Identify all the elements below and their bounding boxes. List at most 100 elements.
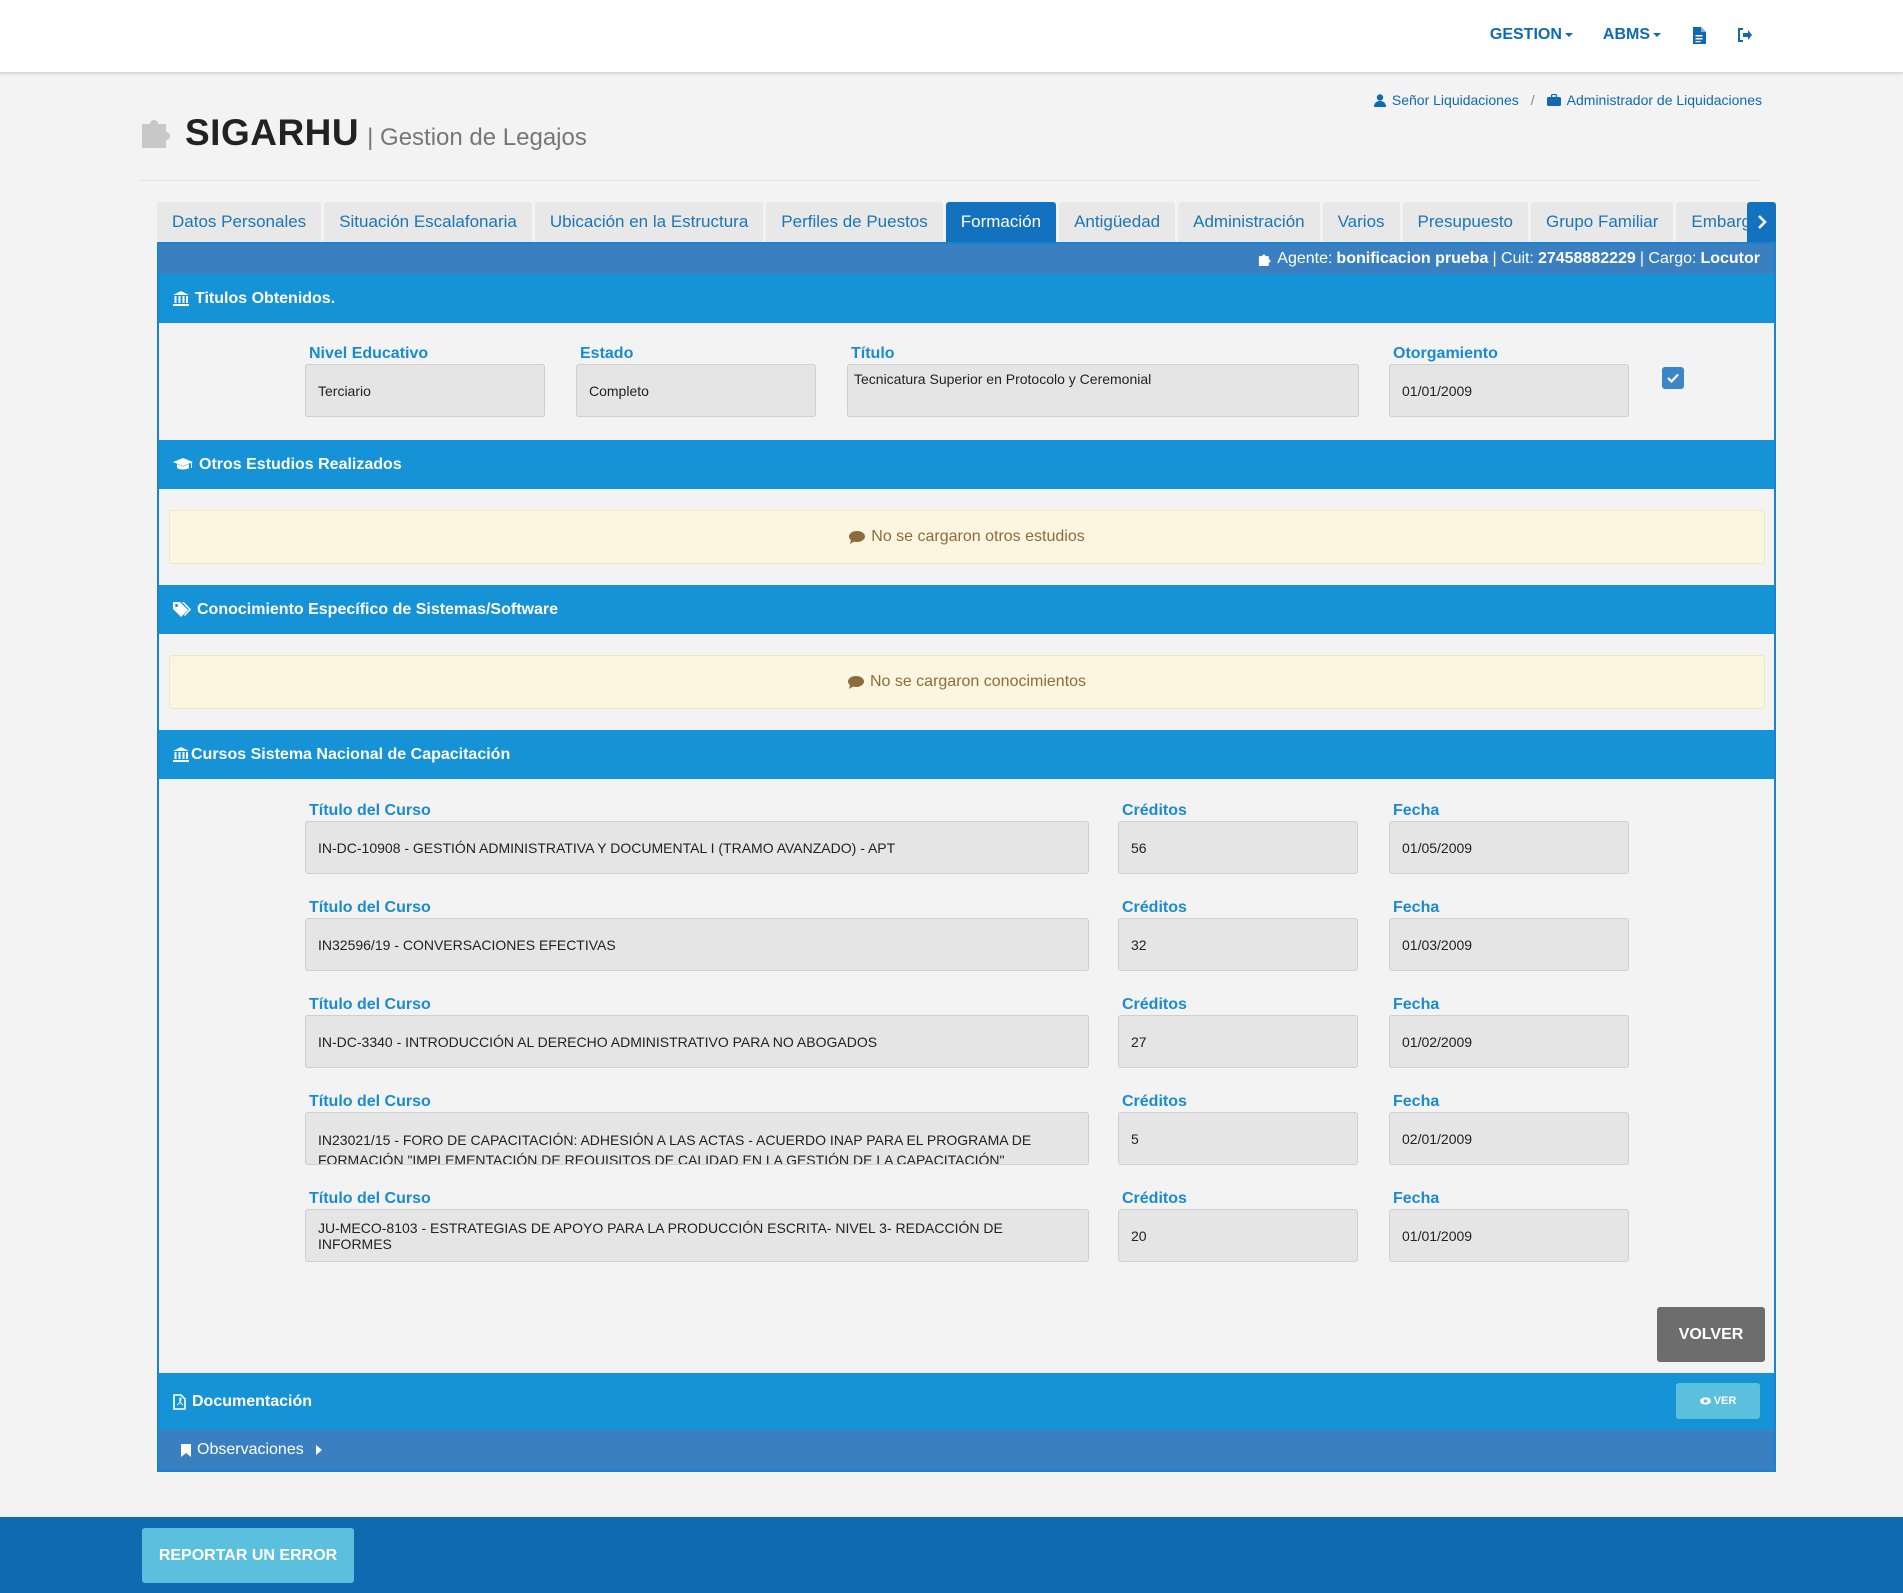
formacion-panel: Agente: bonificacion prueba | Cuit: 27458…	[157, 242, 1776, 1472]
top-navbar: GESTION ABMS	[0, 0, 1903, 73]
tab-grupo-familiar[interactable]: Grupo Familiar	[1531, 202, 1674, 242]
tab-bar: Datos Personales Situación Escalafonaria…	[157, 202, 1776, 242]
titulos-section-header: Titulos Obtenidos.	[159, 274, 1774, 323]
abms-menu-label: ABMS	[1602, 26, 1650, 43]
curso-titulo-field[interactable]: IN32596/19 - CONVERSACIONES EFECTIVAS	[305, 918, 1089, 971]
agent-info-bar: Agente: bonificacion prueba | Cuit: 27458…	[159, 244, 1774, 274]
curso-creditos-field[interactable]: 20	[1118, 1209, 1358, 1262]
ver-button[interactable]: VER	[1676, 1383, 1760, 1419]
curso-titulo-field[interactable]: JU-MECO-8103 - ESTRATEGIAS DE APOYO PARA…	[305, 1209, 1089, 1262]
file-text-icon[interactable]	[1691, 26, 1707, 44]
tab-situacion-escalafonaria[interactable]: Situación Escalafonaria	[324, 202, 532, 242]
tab-presupuesto[interactable]: Presupuesto	[1402, 202, 1528, 242]
curso-titulo-field[interactable]: IN-DC-10908 - GESTIÓN ADMINISTRATIVA Y D…	[305, 821, 1089, 874]
nav-menu: GESTION ABMS	[1490, 26, 1753, 44]
curso-creditos-field[interactable]: 56	[1118, 821, 1358, 874]
curso-fecha-label: Fecha	[1393, 1190, 1440, 1207]
caret-down-icon	[1564, 33, 1573, 37]
caret-right-icon	[315, 1445, 322, 1455]
curso-creditos-label: Créditos	[1122, 996, 1187, 1013]
sign-out-icon[interactable]	[1737, 26, 1753, 44]
cursos-list: Título del Curso IN-DC-10908 - GESTIÓN A…	[159, 779, 1774, 1299]
otorgamiento-field[interactable]: 01/01/2009	[1389, 364, 1629, 417]
cuit-prefix: | Cuit:	[1492, 250, 1534, 267]
breadcrumb-user[interactable]: Señor Liquidaciones	[1373, 92, 1519, 108]
tab-formacion[interactable]: Formación	[945, 202, 1057, 242]
volver-button[interactable]: VOLVER	[1657, 1307, 1765, 1362]
curso-fecha-label: Fecha	[1393, 899, 1440, 916]
curso-titulo-field[interactable]: IN-DC-3340 - INTRODUCCIÓN AL DERECHO ADM…	[305, 1015, 1089, 1068]
app-subtitle: | Gestion de Legajos	[367, 124, 587, 151]
header-divider	[140, 180, 1760, 181]
user-icon	[1373, 93, 1386, 107]
gestion-menu[interactable]: GESTION	[1490, 26, 1573, 44]
page-title: SIGARHU | Gestion de Legajos	[140, 112, 587, 154]
tab-varios[interactable]: Varios	[1322, 202, 1400, 242]
curso-creditos-field[interactable]: 27	[1118, 1015, 1358, 1068]
tab-antiguedad[interactable]: Antigüedad	[1059, 202, 1176, 242]
curso-fecha-field[interactable]: 01/02/2009	[1389, 1015, 1629, 1068]
documentacion-header: Documentación VER	[159, 1373, 1774, 1430]
estado-label: Estado	[580, 345, 634, 362]
curso-titulo-label: Título del Curso	[309, 1190, 431, 1207]
tab-administracion[interactable]: Administración	[1178, 202, 1320, 242]
check-icon	[1667, 373, 1679, 383]
curso-fecha-field[interactable]: 01/05/2009	[1389, 821, 1629, 874]
cursos-header: Cursos Sistema Nacional de Capacitación	[159, 730, 1774, 779]
report-error-button[interactable]: REPORTAR UN ERROR	[142, 1528, 354, 1583]
tags-icon	[173, 602, 191, 617]
observaciones-toggle[interactable]: Observaciones	[159, 1430, 1774, 1470]
nivel-educativo-field[interactable]: Terciario	[305, 364, 545, 417]
otros-estudios-empty-text: No se cargaron otros estudios	[871, 528, 1085, 545]
curso-creditos-field[interactable]: 5	[1118, 1112, 1358, 1165]
eye-icon	[1699, 1397, 1711, 1405]
curso-titulo-label: Título del Curso	[309, 899, 431, 916]
curso-fecha-field[interactable]: 02/01/2009	[1389, 1112, 1629, 1165]
conocimientos-header: Conocimiento Específico de Sistemas/Soft…	[159, 585, 1774, 634]
graduation-cap-icon	[173, 457, 193, 469]
curso-fecha-field[interactable]: 01/01/2009	[1389, 1209, 1629, 1262]
file-pdf-icon	[173, 1393, 186, 1410]
titulos-section-title: Titulos Obtenidos.	[195, 289, 336, 307]
curso-titulo-label: Título del Curso	[309, 802, 431, 819]
briefcase-icon	[1546, 94, 1561, 106]
curso-creditos-label: Créditos	[1122, 1190, 1187, 1207]
breadcrumb-separator: /	[1530, 92, 1535, 108]
curso-titulo-field[interactable]: IN23021/15 - FORO DE CAPACITACIÓN: ADHES…	[305, 1112, 1089, 1165]
comment-icon	[849, 530, 866, 544]
tab-ubicacion-estructura[interactable]: Ubicación en la Estructura	[534, 202, 764, 242]
documentacion-title: Documentación	[192, 1392, 313, 1410]
chevron-right-icon	[1757, 215, 1767, 229]
bookmark-icon	[181, 1443, 191, 1457]
tab-datos-personales[interactable]: Datos Personales	[157, 202, 322, 242]
otros-estudios-empty-alert: No se cargaron otros estudios	[169, 510, 1765, 564]
estado-field[interactable]: Completo	[576, 364, 816, 417]
curso-fecha-label: Fecha	[1393, 996, 1440, 1013]
curso-creditos-label: Créditos	[1122, 802, 1187, 819]
conocimientos-empty-alert: No se cargaron conocimientos	[169, 655, 1765, 709]
otros-estudios-header: Otros Estudios Realizados	[159, 440, 1774, 489]
gestion-menu-label: GESTION	[1489, 26, 1562, 43]
abms-menu[interactable]: ABMS	[1603, 26, 1661, 44]
curso-fecha-label: Fecha	[1393, 802, 1440, 819]
agent-cuit: 27458882229	[1537, 250, 1636, 267]
titulos-form: Nivel Educativo Terciario Estado Complet…	[159, 323, 1774, 438]
otorgamiento-label: Otorgamiento	[1393, 345, 1498, 362]
curso-fecha-field[interactable]: 01/03/2009	[1389, 918, 1629, 971]
tab-perfiles-puestos[interactable]: Perfiles de Puestos	[766, 202, 943, 242]
footer: REPORTAR UN ERROR	[0, 1517, 1903, 1593]
comment-icon	[847, 675, 864, 689]
curso-creditos-field[interactable]: 32	[1118, 918, 1358, 971]
conocimientos-empty-text: No se cargaron conocimientos	[869, 673, 1087, 690]
breadcrumb-user-label: Señor Liquidaciones	[1391, 92, 1519, 108]
tab-scroll-next-button[interactable]	[1747, 202, 1776, 242]
ver-button-label: VER	[1713, 1395, 1737, 1407]
curso-creditos-label: Créditos	[1122, 899, 1187, 916]
breadcrumb-role[interactable]: Administrador de Liquidaciones	[1546, 92, 1762, 108]
titulo-field[interactable]: Tecnicatura Superior en Protocolo y Cere…	[847, 364, 1359, 417]
app-title: SIGARHU	[185, 112, 360, 153]
breadcrumb: Señor Liquidaciones / Administrador de L…	[1373, 92, 1762, 108]
curso-titulo-label: Título del Curso	[309, 1093, 431, 1110]
titulo-checkbox[interactable]	[1662, 367, 1684, 389]
conocimientos-title: Conocimiento Específico de Sistemas/Soft…	[197, 600, 558, 618]
